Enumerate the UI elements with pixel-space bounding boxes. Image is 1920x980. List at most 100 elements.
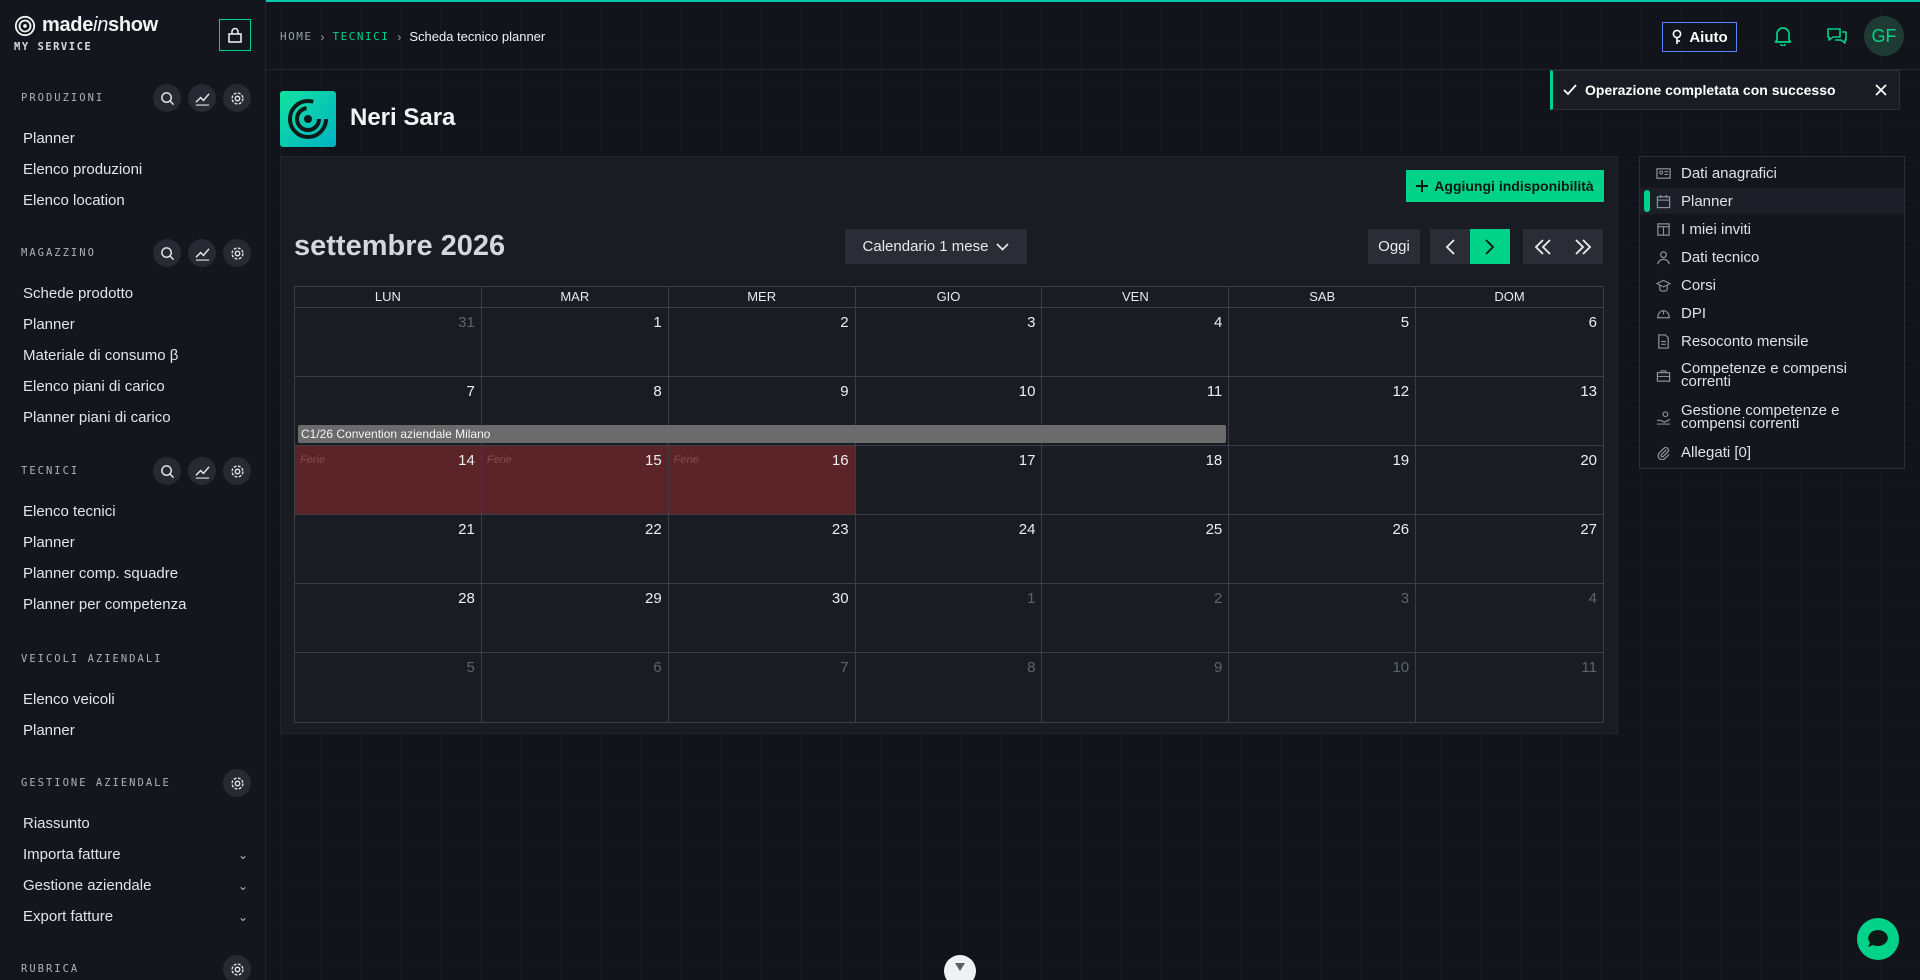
sidebar-item-export-fatture[interactable]: Export fatture ⌄ xyxy=(23,908,248,925)
menu-item-competenze-compensi[interactable]: Competenze e compensi correnti xyxy=(1656,361,1896,389)
calendar-day-cell[interactable]: 27 xyxy=(1416,515,1603,584)
calendar-day-cell[interactable]: 19 xyxy=(1229,446,1417,515)
sidebar-item-riassunto[interactable]: Riassunto xyxy=(23,815,248,832)
calendar-day-cell[interactable]: 21 xyxy=(295,515,482,584)
calendar-day-cell[interactable]: 13 xyxy=(1416,377,1603,446)
menu-item-corsi[interactable]: Corsi xyxy=(1656,278,1896,293)
lock-button[interactable] xyxy=(219,19,251,51)
close-icon[interactable] xyxy=(1869,84,1893,96)
calendar-event[interactable]: C1/26 Convention aziendale Milano xyxy=(298,425,1226,443)
calendar-day-cell[interactable]: 29 xyxy=(481,584,669,653)
calendar-view-select[interactable]: Calendario 1 mese xyxy=(845,229,1027,264)
breadcrumb-tecnici[interactable]: TECNICI xyxy=(333,30,390,43)
briefcase-icon xyxy=(1656,369,1671,382)
prev-year-button[interactable] xyxy=(1523,229,1563,264)
sidebar-item-elenco-piani-carico[interactable]: Elenco piani di carico xyxy=(23,378,248,395)
sidebar-item-label: Riassunto xyxy=(23,815,90,832)
avatar[interactable]: GF xyxy=(1864,16,1904,56)
calendar-day-cell[interactable]: 8 xyxy=(856,653,1043,722)
gear-icon[interactable] xyxy=(223,84,251,112)
menu-item-dpi[interactable]: DPI xyxy=(1656,306,1896,321)
menu-item-dati-tecnico[interactable]: Dati tecnico xyxy=(1656,250,1896,265)
sidebar-item-elenco-veicoli[interactable]: Elenco veicoli xyxy=(23,691,248,708)
support-chat-button[interactable] xyxy=(1857,918,1899,960)
sidebar-item-planner-produzioni[interactable]: Planner xyxy=(23,130,248,147)
gear-icon[interactable] xyxy=(223,239,251,267)
calendar-day-cell[interactable]: 4 xyxy=(1416,584,1603,653)
calendar-day-cell[interactable]: 3 xyxy=(1229,584,1417,653)
menu-item-miei-inviti[interactable]: I miei inviti xyxy=(1656,222,1896,237)
brand[interactable]: madeinshow MY SERVICE xyxy=(14,14,158,53)
add-unavailability-button[interactable]: Aggiungi indisponibilità xyxy=(1406,170,1604,202)
calendar-day-cell[interactable]: Ferie 16 xyxy=(668,446,856,515)
calendar-day-cell[interactable]: 3 xyxy=(855,308,1043,377)
menu-item-dati-anagrafici[interactable]: Dati anagrafici xyxy=(1656,166,1896,181)
next-month-button[interactable] xyxy=(1470,229,1510,264)
calendar-day-cell[interactable]: 11 xyxy=(1416,653,1603,722)
chart-icon[interactable] xyxy=(188,457,216,485)
calendar-day-cell[interactable]: 22 xyxy=(481,515,669,584)
search-icon[interactable] xyxy=(153,84,181,112)
sidebar-item-importa-fatture[interactable]: Importa fatture ⌄ xyxy=(23,846,248,863)
document-icon xyxy=(1658,334,1669,349)
gear-icon[interactable] xyxy=(223,457,251,485)
calendar-day-cell[interactable]: 20 xyxy=(1416,446,1603,515)
menu-item-allegati[interactable]: Allegati [0] xyxy=(1656,445,1896,460)
next-year-button[interactable] xyxy=(1563,229,1603,264)
chart-icon[interactable] xyxy=(188,84,216,112)
search-icon[interactable] xyxy=(153,457,181,485)
calendar-day-cell[interactable]: Ferie 14 xyxy=(295,446,482,515)
calendar-day-cell[interactable]: 1 xyxy=(855,584,1043,653)
gear-icon[interactable] xyxy=(223,769,251,797)
calendar-day-cell[interactable]: 1 xyxy=(481,308,669,377)
sidebar-item-planner-competenza[interactable]: Planner per competenza xyxy=(23,596,248,613)
calendar-day-cell[interactable]: 17 xyxy=(855,446,1043,515)
calendar-day-cell[interactable]: 25 xyxy=(1042,515,1230,584)
menu-item-label: Resoconto mensile xyxy=(1681,333,1809,350)
calendar-day-cell[interactable]: 10 xyxy=(1229,653,1417,722)
sidebar-item-planner-piani-carico[interactable]: Planner piani di carico xyxy=(23,409,248,426)
calendar-day-cell[interactable]: 18 xyxy=(1042,446,1230,515)
calendar-day-cell[interactable]: 9 xyxy=(1042,653,1230,722)
scroll-down-button[interactable] xyxy=(944,955,976,980)
sidebar-item-materiale-consumo[interactable]: Materiale di consumo β xyxy=(23,347,248,364)
menu-item-gestione-competenze[interactable]: Gestione competenze e compensi correnti xyxy=(1656,403,1896,431)
sidebar-item-gestione-aziendale[interactable]: Gestione aziendale ⌄ xyxy=(23,877,248,894)
calendar-day-cell[interactable]: Ferie 15 xyxy=(481,446,669,515)
bell-icon[interactable] xyxy=(1774,26,1792,46)
sidebar-item-elenco-location[interactable]: Elenco location xyxy=(23,192,248,209)
sidebar-item-planner-magazzino[interactable]: Planner xyxy=(23,316,248,333)
menu-item-resoconto-mensile[interactable]: Resoconto mensile xyxy=(1656,334,1896,349)
gear-icon[interactable] xyxy=(223,955,251,980)
search-icon[interactable] xyxy=(153,239,181,267)
sidebar-item-planner-veicoli[interactable]: Planner xyxy=(23,722,248,739)
calendar-day-cell[interactable]: 30 xyxy=(668,584,856,653)
sidebar-item-planner-tecnici[interactable]: Planner xyxy=(23,534,248,551)
calendar-day-cell[interactable]: 23 xyxy=(668,515,856,584)
calendar-day-cell[interactable]: 4 xyxy=(1042,308,1230,377)
calendar-day-cell[interactable]: 31 xyxy=(295,308,482,377)
sidebar-item-elenco-produzioni[interactable]: Elenco produzioni xyxy=(23,161,248,178)
day-number: 16 xyxy=(831,452,849,469)
breadcrumb-home[interactable]: HOME xyxy=(280,30,313,43)
calendar-day-cell[interactable]: 2 xyxy=(668,308,856,377)
calendar-day-cell[interactable]: 5 xyxy=(295,653,482,722)
menu-item-planner[interactable]: Planner xyxy=(1656,194,1896,209)
sidebar-item-planner-comp-squadre[interactable]: Planner comp. squadre xyxy=(23,565,248,582)
calendar-day-cell[interactable]: 5 xyxy=(1229,308,1417,377)
sidebar-item-elenco-tecnici[interactable]: Elenco tecnici xyxy=(23,503,248,520)
calendar-day-cell[interactable]: 26 xyxy=(1229,515,1417,584)
calendar-day-cell[interactable]: 12 xyxy=(1229,377,1417,446)
chat-bubbles-icon[interactable] xyxy=(1826,26,1848,46)
calendar-day-cell[interactable]: 2 xyxy=(1042,584,1230,653)
calendar-day-cell[interactable]: 24 xyxy=(855,515,1043,584)
help-button[interactable]: Aiuto xyxy=(1662,22,1737,52)
calendar-day-cell[interactable]: 6 xyxy=(482,653,669,722)
chart-icon[interactable] xyxy=(188,239,216,267)
calendar-day-cell[interactable]: 6 xyxy=(1416,308,1603,377)
today-button[interactable]: Oggi xyxy=(1368,229,1420,264)
sidebar-item-schede-prodotto[interactable]: Schede prodotto xyxy=(23,285,248,302)
calendar-day-cell[interactable]: 7 xyxy=(669,653,856,722)
calendar-day-cell[interactable]: 28 xyxy=(295,584,482,653)
prev-month-button[interactable] xyxy=(1430,229,1470,264)
